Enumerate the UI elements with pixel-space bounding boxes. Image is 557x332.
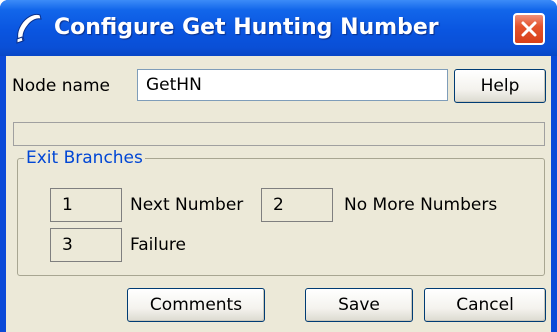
button-bar: Comments Save Cancel <box>6 278 551 332</box>
exit-branch-label: Next Number <box>130 195 244 215</box>
cancel-button[interactable]: Cancel <box>424 288 546 322</box>
node-name-input[interactable]: GetHN <box>137 69 448 101</box>
save-button[interactable]: Save <box>305 288 413 322</box>
help-button[interactable]: Help <box>454 69 546 103</box>
exit-branch-number: 1 <box>50 188 122 222</box>
title-bar[interactable]: Configure Get Hunting Number <box>0 0 557 56</box>
node-name-label: Node name <box>12 76 110 96</box>
close-button[interactable] <box>513 13 545 45</box>
node-name-row: Node name GetHN Help <box>6 56 551 114</box>
exit-branch-label: No More Numbers <box>344 195 498 215</box>
status-bar <box>13 122 545 146</box>
exit-branch-number: 3 <box>50 228 122 262</box>
exit-branches-title: Exit Branches <box>24 147 145 169</box>
exit-branch-number: 2 <box>261 188 333 222</box>
exit-branch-label: Failure <box>130 235 186 255</box>
dialog-window: Configure Get Hunting Number Node name G… <box>0 0 557 332</box>
comments-button[interactable]: Comments <box>127 288 265 322</box>
window-title: Configure Get Hunting Number <box>54 15 439 40</box>
dialog-content: Node name GetHN Help Exit Branches 1 Nex… <box>6 56 551 332</box>
close-icon <box>521 21 537 37</box>
phone-handset-icon <box>16 13 42 44</box>
